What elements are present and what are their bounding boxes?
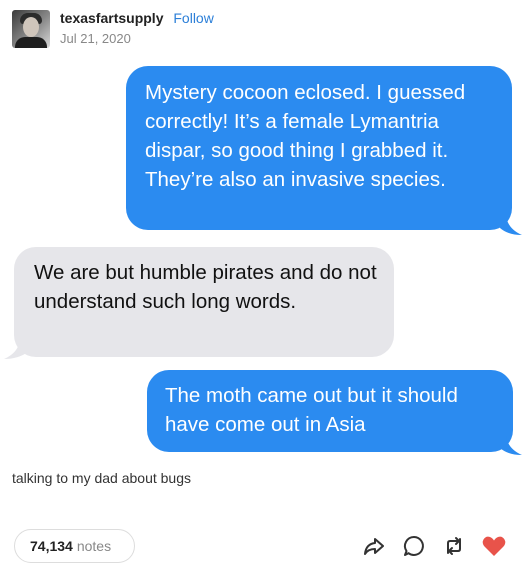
message-text: Mystery cocoon eclosed. I guessed correc…	[145, 81, 466, 191]
message-text: The moth came out but it should have com…	[165, 384, 458, 436]
post-caption: talking to my dad about bugs	[12, 470, 192, 486]
name-row: texasfartsupply Follow	[60, 10, 214, 27]
follow-button[interactable]: Follow	[173, 10, 213, 26]
notes-label: notes	[76, 538, 112, 554]
avatar[interactable]	[12, 10, 50, 48]
post-actions	[360, 532, 508, 560]
post-meta: texasfartsupply Follow Jul 21, 2020	[60, 10, 214, 46]
notes-count: 74,134	[30, 538, 73, 554]
reply-icon[interactable]	[400, 532, 428, 560]
post-date[interactable]: Jul 21, 2020	[60, 31, 214, 46]
bubble-tail	[500, 216, 522, 235]
like-icon[interactable]	[480, 532, 508, 560]
message-text: We are but humble pirates and do not und…	[34, 261, 377, 313]
reblog-icon[interactable]	[440, 532, 468, 560]
bubble-tail	[4, 340, 28, 359]
share-icon[interactable]	[360, 532, 388, 560]
sent-message-bubble: The moth came out but it should have com…	[147, 370, 513, 452]
sent-message-bubble: Mystery cocoon eclosed. I guessed correc…	[126, 66, 512, 230]
post-header: texasfartsupply Follow Jul 21, 2020	[12, 10, 214, 48]
notes-button[interactable]: 74,134 notes	[14, 529, 135, 563]
username-link[interactable]: texasfartsupply	[60, 10, 163, 26]
bubble-tail	[500, 436, 522, 455]
received-message-bubble: We are but humble pirates and do not und…	[14, 247, 394, 357]
